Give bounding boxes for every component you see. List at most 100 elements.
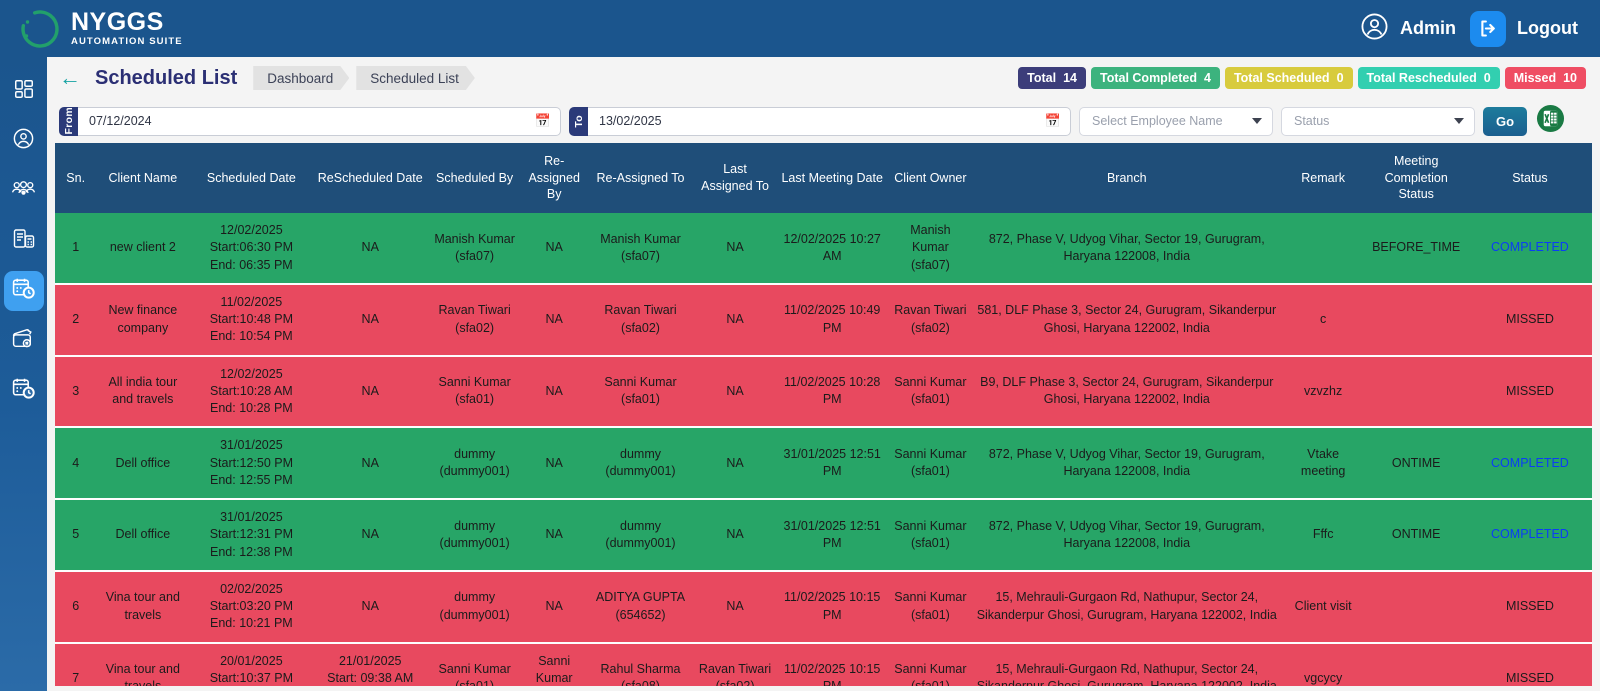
sidebar-item-reports[interactable] xyxy=(4,221,44,261)
cell-remark: Fffc xyxy=(1281,499,1365,572)
calendar-icon[interactable]: 📅 xyxy=(1045,113,1061,129)
column-header-sn[interactable]: Sn. xyxy=(55,143,97,213)
cell-branch: 15, Mehrauli-Gurgaon Rd, Nathupur, Secto… xyxy=(971,570,1282,644)
go-button[interactable]: Go xyxy=(1483,106,1527,136)
cell-reassigned-by: NA xyxy=(522,570,587,644)
table-row[interactable]: 7Vina tour and travels20/01/2025Start:10… xyxy=(55,642,1592,686)
badge-count: 0 xyxy=(1483,71,1491,85)
user-circle-icon xyxy=(1360,12,1389,46)
logout-button[interactable]: Logout xyxy=(1470,10,1578,47)
table-row[interactable]: 2 New finance company 11/02/2025 Start:10:4… xyxy=(55,283,1592,357)
column-header-last-assigned-to[interactable]: Last Assigned To xyxy=(694,143,776,213)
cell-client-name: Vina tour and travels xyxy=(96,642,190,686)
cell-scheduled-by: dummy (dummy001) xyxy=(427,499,523,572)
cell-scheduled-date: 12/02/2025 Start:10:28 AM End: 10:28 PM xyxy=(189,355,314,429)
status-badge-total-completed: Total Completed 4 xyxy=(1091,67,1220,89)
sidebar-item-scheduled-list[interactable] xyxy=(3,271,44,311)
excel-export-button[interactable] xyxy=(1535,104,1565,138)
cell-reassigned-by: NA xyxy=(522,499,587,572)
cell-last-assigned-to: NA xyxy=(694,570,776,644)
excel-export-icon xyxy=(1536,104,1565,138)
column-header-last-meeting-date[interactable]: Last Meeting Date xyxy=(775,143,890,213)
table-row[interactable]: 1 new client 2 12/02/2025 Start:06:30 PM End… xyxy=(55,213,1592,285)
calendar-clock-icon xyxy=(11,376,36,406)
cell-sn: 6 xyxy=(55,570,97,644)
column-header-scheduled-by[interactable]: Scheduled By xyxy=(427,143,523,213)
users-group-icon xyxy=(11,176,36,206)
cell-rescheduled-date: NA xyxy=(313,427,428,500)
cell-scheduled-date: 12/02/2025 Start:06:30 PM End: 06:35 PM xyxy=(189,213,314,285)
cell-reassigned-by: NA xyxy=(522,283,587,357)
column-header-branch[interactable]: Branch xyxy=(971,143,1282,213)
status-badge-total-scheduled: Total Scheduled 0 xyxy=(1224,67,1353,89)
cell-reassigned-to: Rahul Sharma (sfa08) xyxy=(586,642,695,686)
cell-sn: 7 xyxy=(55,642,97,686)
cell-rescheduled-date: NA xyxy=(313,355,428,429)
column-header-meeting-completion-status[interactable]: Meeting Completion Status xyxy=(1364,143,1468,213)
back-arrow-icon[interactable]: ← xyxy=(59,67,81,89)
column-header-status[interactable]: Status xyxy=(1467,143,1592,213)
cell-sn: 4 xyxy=(55,427,97,500)
page-title: Scheduled List xyxy=(95,66,238,89)
employee-select-placeholder: Select Employee Name xyxy=(1092,114,1223,128)
cell-scheduled-date: 31/01/2025 Start:12:50 PM End: 12:55 PM xyxy=(189,427,314,500)
table-row[interactable]: 3 All india tour and travels 12/02/2025 Sta… xyxy=(55,355,1592,429)
column-header-remark[interactable]: Remark xyxy=(1281,143,1365,213)
badge-count: 0 xyxy=(1336,71,1344,85)
breadcrumb-item-scheduled-list[interactable]: Scheduled List xyxy=(356,66,475,90)
column-header-client-owner[interactable]: Client Owner xyxy=(889,143,972,213)
cell-status[interactable]: COMPLETED xyxy=(1467,499,1592,572)
cell-status: MISSED xyxy=(1467,283,1592,357)
cell-last-meeting-date: 11/02/2025 10:28 PM xyxy=(775,355,890,429)
column-header-scheduled-date[interactable]: Scheduled Date xyxy=(189,143,314,213)
cell-last-meeting-date: 11/02/2025 10:15 PM xyxy=(775,642,890,686)
sidebar-item-employees[interactable] xyxy=(4,171,44,211)
cell-branch: 872, Phase V, Udyog Vihar, Sector 19, Gu… xyxy=(971,427,1282,500)
cell-sn: 2 xyxy=(55,283,97,357)
table-row[interactable]: 4 Dell office 31/01/2025 Start:12:50 PM End:… xyxy=(55,427,1592,500)
breadcrumb-item-dashboard[interactable]: Dashboard xyxy=(253,66,349,90)
cell-last-meeting-date: 11/02/2025 10:49 PM xyxy=(775,283,890,357)
cell-status[interactable]: COMPLETED xyxy=(1467,213,1592,285)
cell-remark: Client visit xyxy=(1281,570,1365,644)
user-menu[interactable]: Admin xyxy=(1360,12,1456,46)
column-header-rescheduled-date[interactable]: ReScheduled Date xyxy=(313,143,428,213)
to-date-value: 13/02/2025 xyxy=(599,114,662,128)
table-row[interactable]: 5 Dell office 31/01/2025 Start:12:31 PM End:… xyxy=(55,499,1592,572)
cell-reassigned-to: Manish Kumar (sfa07) xyxy=(586,213,695,285)
sidebar-item-dashboard[interactable] xyxy=(4,71,44,111)
cell-branch: 872, Phase V, Udyog Vihar, Sector 19, Gu… xyxy=(971,499,1282,572)
sidebar-item-profile[interactable] xyxy=(4,121,44,161)
table-row[interactable]: 6 Vina tour and travels 02/02/2025 Start:03… xyxy=(55,570,1592,644)
cell-last-assigned-to: NA xyxy=(694,355,776,429)
column-header-reassigned-to[interactable]: Re-Assigned To xyxy=(586,143,695,213)
to-date-group: To 13/02/2025 📅 xyxy=(569,106,1071,136)
cell-reassigned-to: Sanni Kumar (sfa01) xyxy=(586,355,695,429)
cell-meeting-completion-status xyxy=(1364,283,1468,357)
cell-last-assigned-to: NA xyxy=(694,499,776,572)
status-select[interactable]: Status xyxy=(1281,106,1475,136)
cell-last-assigned-to: NA xyxy=(694,283,776,357)
from-date-group: From 07/12/2024 📅 xyxy=(59,106,561,136)
status-badge-missed: Missed 10 xyxy=(1504,67,1586,89)
employee-select[interactable]: Select Employee Name xyxy=(1079,106,1273,136)
cell-client-name: New finance company xyxy=(96,283,190,357)
chevron-down-icon xyxy=(1252,118,1262,124)
sidebar-item-expenses[interactable] xyxy=(4,321,44,361)
column-header-reassigned-by[interactable]: Re-Assigned By xyxy=(522,143,587,213)
cell-status[interactable]: COMPLETED xyxy=(1467,427,1592,500)
to-date-input[interactable]: 13/02/2025 📅 xyxy=(588,106,1071,136)
column-header-client-name[interactable]: Client Name xyxy=(96,143,190,213)
sidebar-item-attendance[interactable] xyxy=(4,371,44,411)
cell-scheduled-by: Sanni Kumar (sfa01) xyxy=(427,642,523,686)
cell-scheduled-by: Ravan Tiwari (sfa02) xyxy=(427,283,523,357)
status-badge-total: Total 14 xyxy=(1018,67,1086,89)
cell-meeting-completion-status xyxy=(1364,570,1468,644)
from-date-input[interactable]: 07/12/2024 📅 xyxy=(78,106,561,136)
cell-remark: vzvzhz xyxy=(1281,355,1365,429)
cell-sn: 3 xyxy=(55,355,97,429)
badge-count: 10 xyxy=(1563,71,1577,85)
cell-client-name: new client 2 xyxy=(96,213,190,285)
calendar-icon[interactable]: 📅 xyxy=(535,113,551,129)
scheduled-list-table-container[interactable]: Sn. Client Name Scheduled Date ReSchedul… xyxy=(55,143,1592,686)
